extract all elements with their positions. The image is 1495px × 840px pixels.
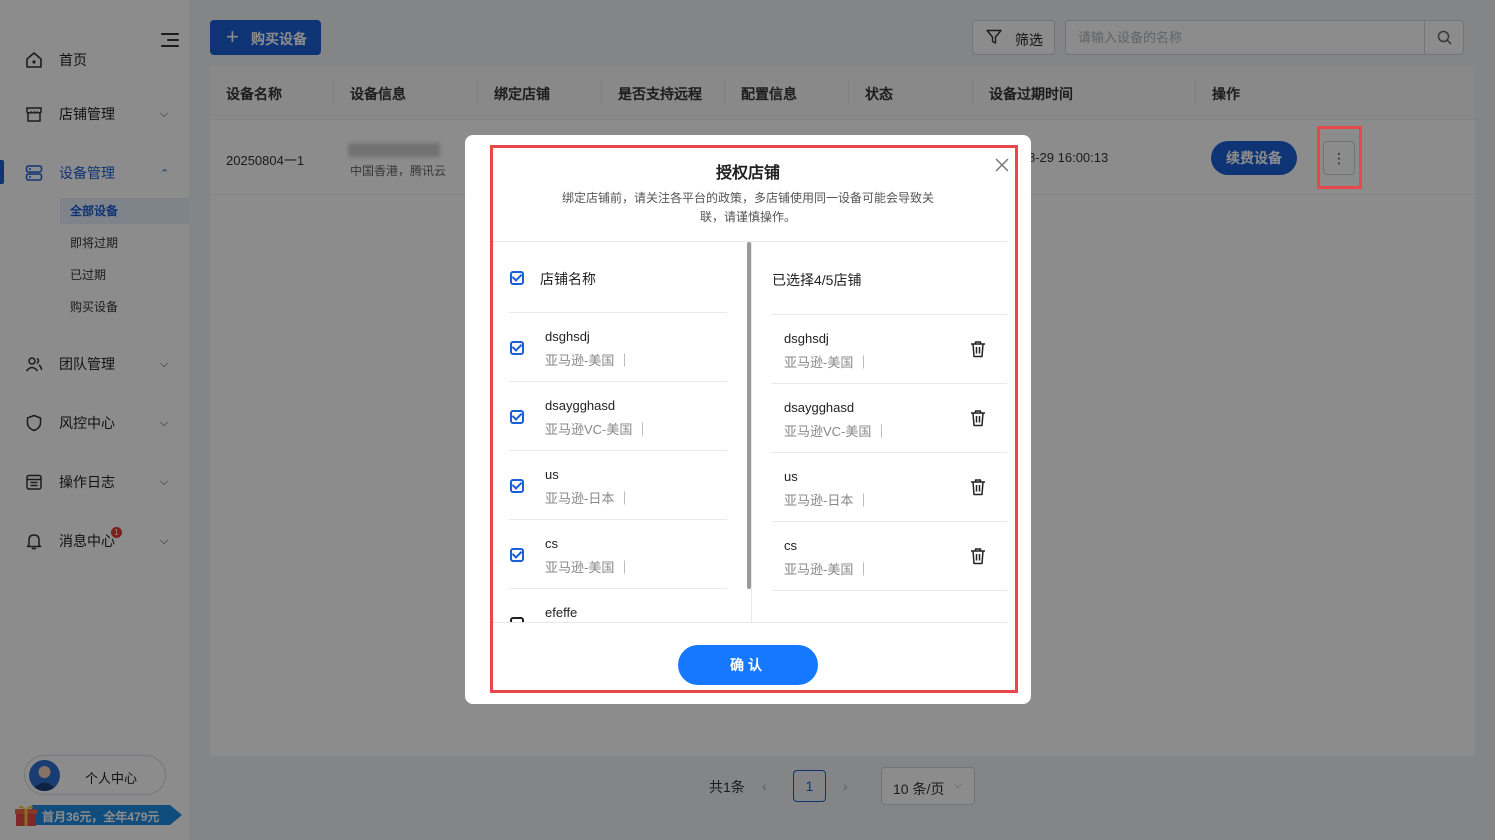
- highlight-box: [490, 145, 1018, 693]
- authorize-store-dialog: 授权店铺 绑定店铺前，请关注各平台的政策，多店铺使用同一设备可能会导致关联，请谨…: [465, 135, 1031, 704]
- highlight-box: [1317, 126, 1362, 189]
